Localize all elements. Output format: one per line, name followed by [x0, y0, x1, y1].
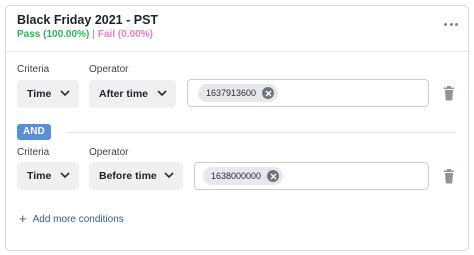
and-badge[interactable]: AND	[17, 124, 51, 140]
criteria-value: Time	[27, 88, 52, 100]
chevron-down-icon	[164, 172, 174, 179]
value-input[interactable]: 1638000000	[194, 162, 429, 190]
fail-rate: Fail (0.00%)	[97, 29, 153, 40]
plus-icon: +	[19, 211, 27, 226]
result-stats: Pass (100.00%) | Fail (0.00%)	[17, 29, 153, 40]
and-connector: AND	[17, 124, 456, 140]
value-chip: 1637913600	[198, 84, 279, 102]
criteria-value: Time	[27, 170, 52, 182]
chip-label: 1638000000	[211, 171, 262, 181]
chevron-down-icon	[157, 90, 167, 97]
criteria-select[interactable]: Time	[17, 162, 79, 190]
card-title: Black Friday 2021 - PST	[17, 13, 159, 27]
add-more-conditions-button[interactable]: + Add more conditions	[19, 212, 124, 226]
operator-value: After time	[99, 88, 149, 100]
value-input[interactable]: 1637913600	[187, 79, 429, 107]
operator-value: Before time	[99, 170, 157, 182]
operator-label: Operator	[89, 147, 129, 158]
condition-card: Black Friday 2021 - PST Pass (100.00%) | F…	[5, 5, 469, 251]
trash-icon[interactable]	[442, 169, 456, 185]
chevron-down-icon	[60, 90, 70, 97]
more-options-icon[interactable]	[444, 20, 458, 28]
card-header: Black Friday 2021 - PST Pass (100.00%) | F…	[6, 6, 468, 52]
criteria-select[interactable]: Time	[17, 80, 79, 108]
operator-label: Operator	[89, 64, 129, 75]
remove-chip-icon[interactable]	[267, 170, 280, 182]
add-more-label: Add more conditions	[32, 213, 124, 225]
pass-rate: Pass (100.00%)	[17, 29, 90, 40]
remove-chip-icon[interactable]	[262, 87, 275, 99]
stats-separator: |	[92, 29, 95, 40]
criteria-label: Criteria	[17, 64, 50, 75]
chip-label: 1637913600	[206, 88, 257, 98]
connector-divider	[67, 132, 456, 133]
chevron-down-icon	[60, 172, 70, 179]
operator-select[interactable]: Before time	[89, 162, 183, 190]
value-chip: 1638000000	[203, 167, 284, 185]
criteria-label: Criteria	[17, 147, 50, 158]
trash-icon[interactable]	[442, 86, 456, 102]
operator-select[interactable]: After time	[89, 80, 176, 108]
